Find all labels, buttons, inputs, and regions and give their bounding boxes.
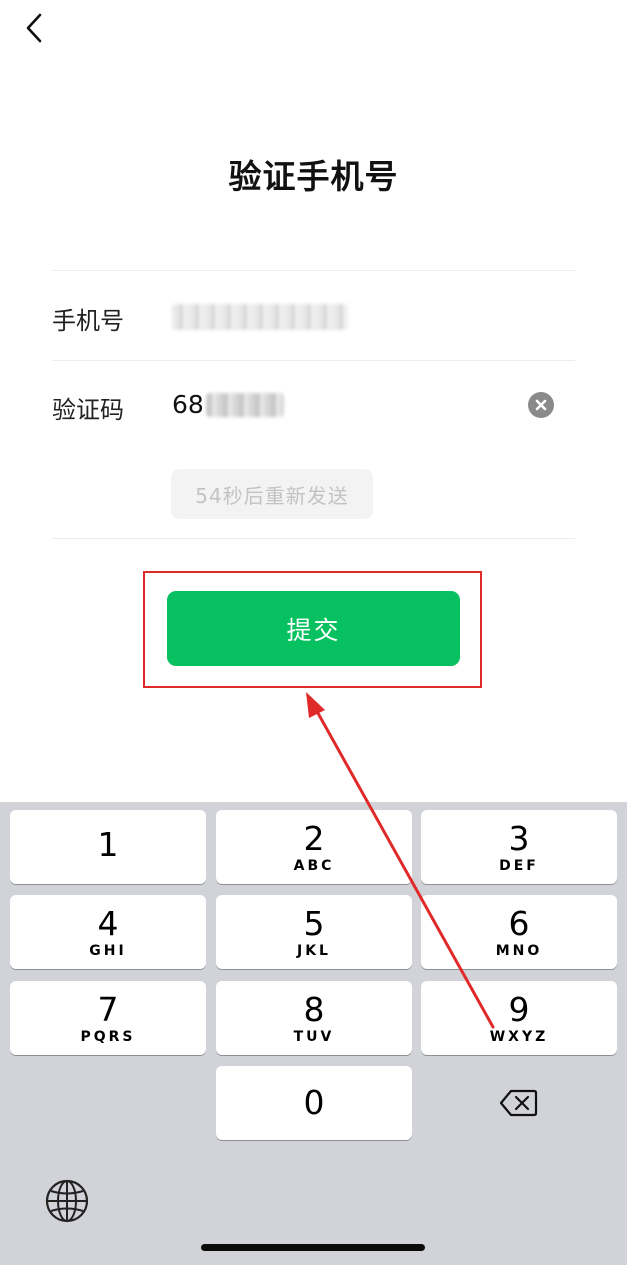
key-6[interactable]: 6 MNO	[421, 895, 617, 969]
globe-key[interactable]	[44, 1178, 90, 1224]
key-digit: 7	[97, 989, 119, 1029]
key-digit: 4	[97, 903, 119, 943]
clear-code-button[interactable]	[528, 392, 554, 418]
backspace-icon	[499, 1089, 538, 1117]
verification-code-input[interactable]: 68	[172, 390, 284, 419]
chevron-left-icon	[26, 13, 42, 43]
key-0[interactable]: 0	[216, 1066, 412, 1140]
submit-button[interactable]: 提交	[167, 591, 460, 666]
key-5[interactable]: 5 JKL	[216, 895, 412, 969]
code-value-redacted	[205, 392, 284, 417]
phone-number-value-redacted	[172, 304, 348, 330]
key-digit: 8	[303, 989, 325, 1029]
key-letters: JKL	[297, 942, 331, 959]
key-3[interactable]: 3 DEF	[421, 810, 617, 884]
code-label: 验证码	[52, 396, 124, 424]
key-4[interactable]: 4 GHI	[10, 895, 206, 969]
key-digit: 6	[508, 903, 530, 943]
phone-label: 手机号	[52, 307, 124, 335]
globe-icon	[45, 1179, 89, 1223]
page-title: 验证手机号	[228, 157, 399, 196]
key-digit: 2	[303, 818, 325, 858]
key-digit: 0	[303, 1083, 325, 1122]
key-letters: MNO	[495, 942, 543, 959]
code-value-text: 68	[172, 390, 204, 419]
divider	[52, 270, 575, 271]
clear-icon	[535, 399, 547, 411]
key-letters: TUV	[293, 1028, 335, 1045]
key-digit: 3	[508, 818, 530, 858]
key-9[interactable]: 9 WXYZ	[421, 981, 617, 1055]
key-letters: GHI	[89, 942, 127, 959]
back-button[interactable]	[18, 10, 54, 46]
key-letters: ABC	[293, 857, 335, 874]
key-7[interactable]: 7 PQRS	[10, 981, 206, 1055]
divider	[52, 360, 575, 361]
key-digit: 1	[97, 825, 119, 864]
resend-code-button[interactable]: 54秒后重新发送	[171, 469, 373, 519]
home-indicator	[201, 1244, 425, 1251]
key-digit: 5	[303, 903, 325, 943]
key-letters: WXYZ	[489, 1028, 549, 1045]
key-8[interactable]: 8 TUV	[216, 981, 412, 1055]
delete-key[interactable]	[421, 1066, 617, 1140]
key-2[interactable]: 2 ABC	[216, 810, 412, 884]
key-letters: PQRS	[80, 1028, 136, 1045]
divider	[52, 538, 575, 539]
key-digit: 9	[508, 989, 530, 1029]
key-1[interactable]: 1	[10, 810, 206, 884]
key-letters: DEF	[499, 857, 539, 874]
